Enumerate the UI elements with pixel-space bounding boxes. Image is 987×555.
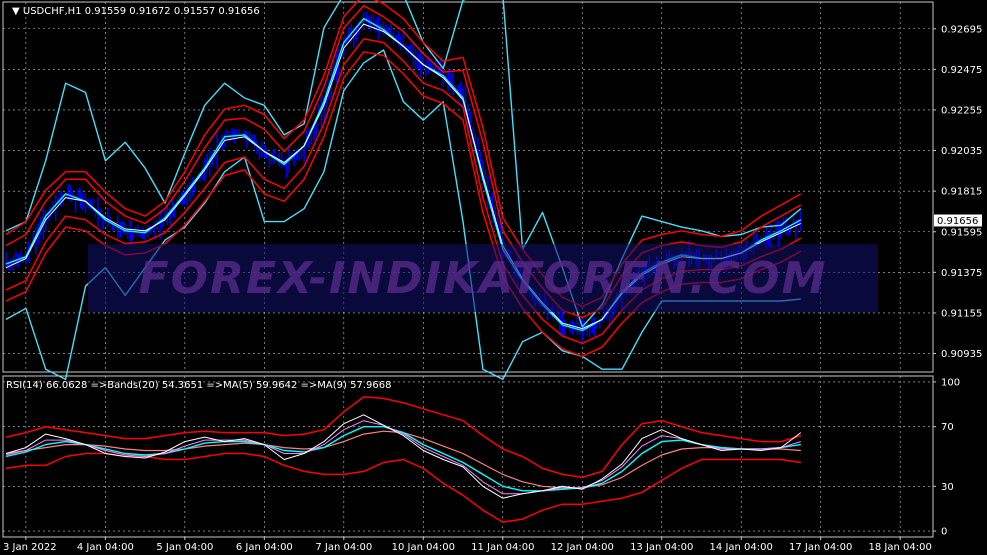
x-tick-label: 11 Jan 04:00 (471, 542, 534, 553)
price-y-tick-label: 0.92695 (941, 24, 982, 35)
x-tick-label: 10 Jan 04:00 (392, 542, 455, 553)
rsi-value: RSI(14) 66.0628 (6, 380, 87, 391)
rsi-y-tick-label: 0 (941, 527, 947, 538)
price-y-tick-label: 0.92255 (941, 105, 982, 116)
price-y-tick-label: 0.92035 (941, 146, 982, 157)
rsi-header: RSI(14) 66.0628 =>Bands(20) 54.3651 =>MA… (6, 380, 391, 391)
trading-chart[interactable]: 0.92695 0.92475 0.92255 0.92035 0.91815 0.915… (0, 0, 987, 555)
watermark-text: FOREX-INDIKATOREN.COM (139, 253, 828, 304)
x-tick-label: 7 Jan 04:00 (315, 542, 372, 553)
x-tick-label: 3 Jan 2022 (3, 542, 57, 553)
price-y-tick-label: 0.91155 (941, 308, 982, 319)
x-tick-label: 5 Jan 04:00 (156, 542, 213, 553)
rsi-y-tick-label: 70 (941, 422, 954, 433)
x-tick-label: 14 Jan 04:00 (710, 542, 773, 553)
rsi-ma9-value: =>MA(9) 57.9668 (301, 380, 392, 391)
price-y-tick-label: 0.90935 (941, 349, 982, 360)
x-tick-label: 18 Jan 04:00 (869, 542, 932, 553)
x-tick-label: 12 Jan 04:00 (551, 542, 614, 553)
x-tick-label: 4 Jan 04:00 (77, 542, 134, 553)
x-tick-label: 13 Jan 04:00 (630, 542, 693, 553)
current-price-label: 0.91656 (937, 216, 978, 227)
price-low: 0.91557 (174, 6, 215, 17)
rsi-y-tick-label: 100 (941, 377, 960, 388)
price-y-tick-label: 0.92475 (941, 65, 982, 76)
x-tick-label: 6 Jan 04:00 (236, 542, 293, 553)
price-high: 0.91672 (129, 6, 170, 17)
symbol-header: ▼ USDCHF,H1 0.91559 0.91672 0.91557 0.91… (12, 6, 260, 17)
rsi-y-tick-label: 30 (941, 482, 954, 493)
symbol-name: USDCHF,H1 (23, 6, 82, 17)
x-tick-label: 17 Jan 04:00 (789, 542, 852, 553)
price-y-tick-label: 0.91595 (941, 227, 982, 238)
price-y-tick-label: 0.91375 (941, 268, 982, 279)
price-y-tick-label: 0.91815 (941, 187, 982, 198)
price-close: 0.91656 (218, 6, 259, 17)
rsi-bands-value: =>Bands(20) 54.3651 (91, 380, 204, 391)
symbol-marker-icon: ▼ (12, 6, 23, 17)
price-y-axis: 0.92695 0.92475 0.92255 0.92035 0.91815 0.915… (933, 24, 982, 360)
rsi-ma5-value: =>MA(5) 59.9642 (206, 380, 297, 391)
price-open: 0.91559 (85, 6, 126, 17)
